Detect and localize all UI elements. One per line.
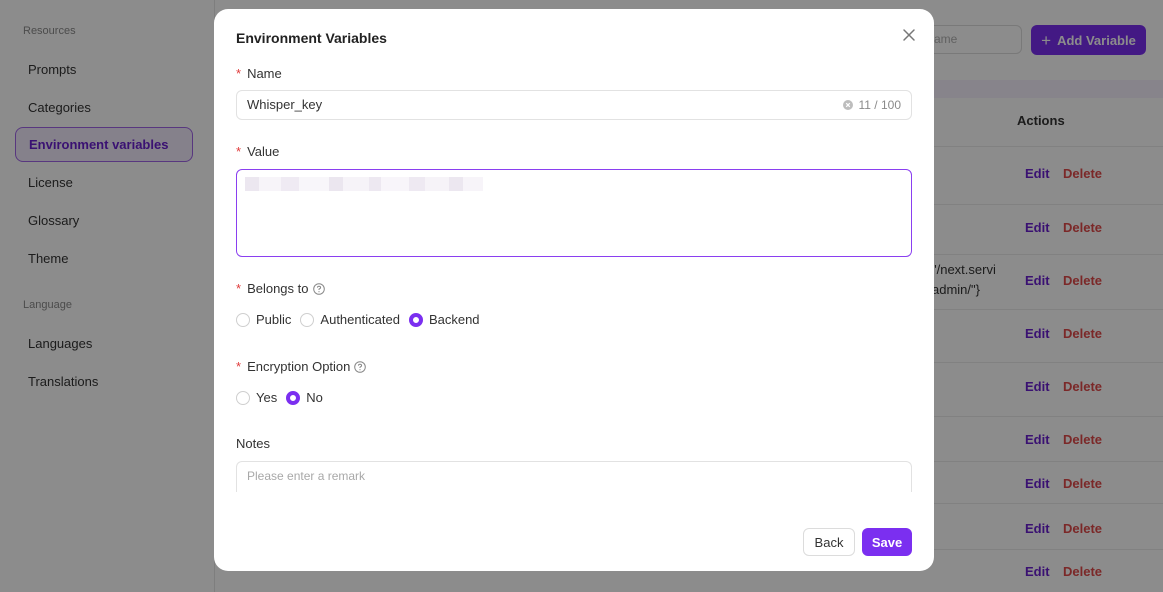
radio-label: Authenticated	[320, 312, 400, 327]
help-icon[interactable]	[312, 282, 325, 295]
name-counter-group: 11 / 100	[842, 91, 901, 119]
belongs-to-backend-radio[interactable]: Backend	[408, 312, 480, 327]
clear-icon[interactable]	[842, 100, 853, 110]
name-input-value: Whisper_key	[247, 97, 323, 112]
belongs-to-label-text: Belongs to	[247, 281, 309, 296]
save-button[interactable]: Save	[862, 528, 912, 556]
name-label-text: Name	[247, 66, 282, 81]
name-input[interactable]: Whisper_key 11 / 100	[236, 90, 912, 120]
radio-label: Backend	[428, 312, 480, 327]
encryption-radio-group: Yes No	[236, 390, 332, 405]
value-label: * Value	[236, 144, 279, 159]
radio-dot	[408, 312, 423, 327]
radio-label: No	[306, 390, 323, 405]
encryption-no-radio[interactable]: No	[286, 390, 323, 405]
radio-dot	[236, 390, 250, 405]
scroll-fade	[214, 492, 934, 512]
redacted-value	[245, 177, 497, 191]
environment-variable-dialog: Environment Variables * Name Whisper_key…	[214, 9, 934, 571]
required-marker: *	[236, 144, 242, 159]
radio-dot	[236, 312, 250, 327]
belongs-to-radio-group: Public Authenticated Backend	[236, 312, 489, 327]
belongs-to-public-radio[interactable]: Public	[236, 312, 291, 327]
radio-dot	[286, 390, 301, 405]
back-button[interactable]: Back	[803, 528, 855, 556]
belongs-to-authenticated-radio[interactable]: Authenticated	[300, 312, 400, 327]
name-char-counter: 11 / 100	[858, 98, 901, 112]
encryption-yes-radio[interactable]: Yes	[236, 390, 277, 405]
required-marker: *	[236, 359, 242, 374]
dialog-title: Environment Variables	[236, 30, 387, 46]
radio-label: Yes	[256, 390, 278, 405]
name-label: * Name	[236, 66, 282, 81]
encryption-label-text: Encryption Option	[247, 359, 351, 374]
close-icon[interactable]	[899, 25, 919, 45]
required-marker: *	[236, 281, 242, 296]
help-icon[interactable]	[354, 360, 367, 373]
radio-label: Public	[256, 312, 292, 327]
notes-label: Notes	[236, 436, 270, 451]
app-root: Resources Prompts Categories Environment…	[0, 0, 1163, 592]
encryption-option-label: * Encryption Option	[236, 359, 367, 374]
value-textarea[interactable]	[236, 169, 912, 257]
value-label-text: Value	[247, 144, 280, 159]
notes-label-text: Notes	[236, 436, 270, 451]
radio-dot	[300, 312, 315, 327]
required-marker: *	[236, 66, 242, 81]
belongs-to-label: * Belongs to	[236, 281, 325, 296]
